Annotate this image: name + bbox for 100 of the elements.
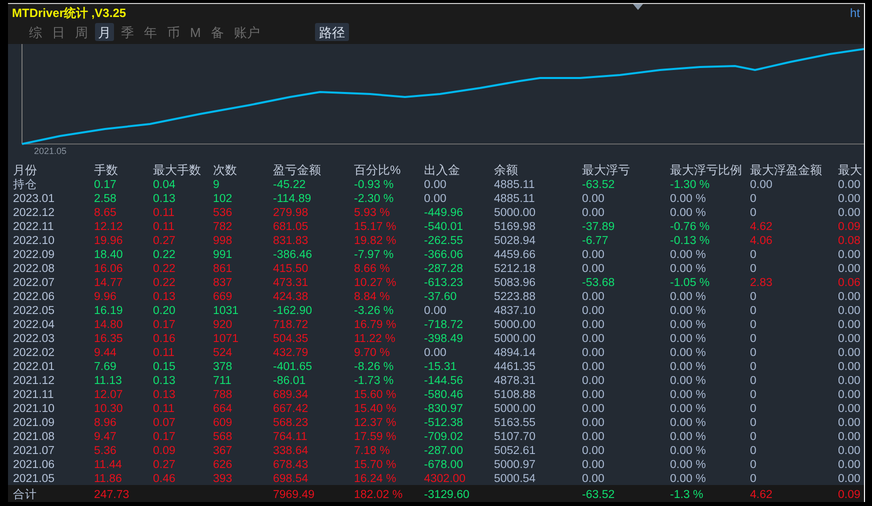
row-label: 2021.08 [13, 431, 55, 443]
table-cell: -2.30 % [354, 193, 394, 205]
row-label: 2022.03 [13, 333, 55, 345]
table-cell: 14.80 [94, 319, 123, 331]
table-cell: -262.55 [424, 235, 464, 247]
table-cell: 0.00 [838, 319, 860, 331]
table-cell: 0.00 [582, 347, 604, 359]
table-cell: -15.31 [424, 361, 457, 373]
table-cell: 504.35 [273, 333, 308, 345]
table-cell: 9.70 % [354, 347, 390, 359]
table-cell: 15.40 % [354, 403, 396, 415]
table-cell: 16.06 [94, 263, 123, 275]
tab[interactable]: 备 [208, 23, 227, 41]
table-cell: 0.13 [153, 291, 176, 303]
table-cell: 8.65 [94, 207, 116, 219]
table-cell: 5169.98 [494, 221, 536, 233]
column-header: 最大浮亏 [582, 163, 630, 177]
table-cell: 12.12 [94, 221, 123, 233]
table-cell: 0 [750, 417, 756, 429]
table-cell: 0.15 [153, 361, 176, 373]
table-cell: 698.54 [273, 473, 308, 485]
tab[interactable]: 日 [49, 23, 68, 41]
table-cell: 11.44 [94, 459, 122, 471]
table-cell: -144.56 [424, 375, 464, 387]
table-cell: 0.00 [838, 389, 860, 401]
table-cell: 0.00 [582, 445, 604, 457]
row-label: 2022.07 [13, 277, 55, 289]
table-cell: 5000.54 [494, 473, 536, 485]
table-cell: 991 [213, 249, 232, 261]
tab[interactable]: 季 [118, 23, 137, 41]
table-cell: 1031 [213, 305, 239, 317]
table-cell: 568 [213, 431, 232, 443]
table-cell: 0.13 [153, 389, 176, 401]
table-cell: -63.52 [582, 179, 615, 191]
table-cell: 7.18 % [354, 445, 390, 457]
table-cell: -0.76 % [670, 221, 710, 233]
tab[interactable]: 账户 [230, 23, 263, 41]
path-button[interactable]: 路径 [314, 23, 349, 41]
table-cell: 861 [213, 263, 232, 275]
tab[interactable]: 年 [141, 23, 160, 41]
table-cell: 0.00 % [670, 403, 706, 415]
table-cell: -0.93 % [354, 179, 394, 191]
table-cell: 15.60 % [354, 389, 396, 401]
table-cell: 920 [213, 319, 232, 331]
row-label: 2022.10 [13, 235, 55, 247]
tab[interactable]: 币 [164, 23, 183, 41]
table-cell: 0 [750, 473, 756, 485]
table-cell: 4.62 [750, 488, 772, 500]
table-cell: -1.3 % [670, 488, 704, 500]
table-cell: 0.17 [94, 179, 116, 191]
table-cell: 0.09 [838, 488, 860, 500]
table-cell: 5.93 % [354, 207, 390, 219]
table-cell: 5212.18 [494, 263, 536, 275]
table-cell: 0.00 [582, 375, 604, 387]
table-cell: 5000.00 [494, 403, 536, 415]
table-cell: 0.00 % [670, 249, 706, 261]
table-cell: 788 [213, 389, 232, 401]
table-cell: 0.00 % [670, 445, 706, 457]
table-cell: 16.24 % [354, 473, 396, 485]
table-cell: 424.38 [273, 291, 308, 303]
table-cell: 718.72 [273, 319, 308, 331]
axis-label: 2021.05 [34, 144, 67, 158]
table-cell: 0.00 [582, 249, 604, 261]
table-cell: 998 [213, 235, 232, 247]
table-cell: 9.96 [94, 291, 116, 303]
table-cell: 0.22 [153, 263, 176, 275]
link-text[interactable]: ht [850, 4, 860, 22]
table-cell: -45.22 [273, 179, 306, 191]
row-label: 2021.11 [13, 389, 54, 401]
table-cell: 10.27 % [354, 277, 396, 289]
table-cell: -37.60 [424, 291, 457, 303]
table-cell: -287.28 [424, 263, 464, 275]
tab[interactable]: 综 [26, 23, 45, 41]
table-cell: -540.01 [424, 221, 464, 233]
table-cell: 0.00 [582, 417, 604, 429]
row-label: 持仓 [13, 179, 37, 191]
table-cell: 14.77 [94, 277, 123, 289]
row-label: 2021.09 [13, 417, 55, 429]
table-cell: 4885.11 [494, 193, 535, 205]
table-cell: 536 [213, 207, 232, 219]
table-cell: 15.17 % [354, 221, 396, 233]
table-cell: 0 [750, 389, 756, 401]
table-cell: 0 [750, 319, 756, 331]
window-title: MTDriver统计 ,V3.25 [12, 5, 126, 22]
table-cell: 0.07 [153, 417, 176, 429]
table-cell: 15.70 % [354, 459, 396, 471]
table-cell: 182.02 % [354, 488, 403, 500]
table-cell: 0.00 [838, 361, 860, 373]
table-cell: -114.89 [273, 193, 312, 205]
table-cell: 1071 [213, 333, 239, 345]
row-label: 2022.01 [13, 361, 55, 373]
tab[interactable]: M [187, 23, 204, 41]
tab[interactable]: 月 [95, 23, 114, 41]
column-header: 手数 [94, 163, 118, 177]
table-cell: -580.46 [424, 389, 464, 401]
table-cell: 11.13 [94, 375, 122, 387]
table-cell: 0.00 [838, 263, 860, 275]
tab[interactable]: 周 [72, 23, 91, 41]
table-cell: 0.00 [838, 193, 860, 205]
table-cell: 664 [213, 403, 232, 415]
